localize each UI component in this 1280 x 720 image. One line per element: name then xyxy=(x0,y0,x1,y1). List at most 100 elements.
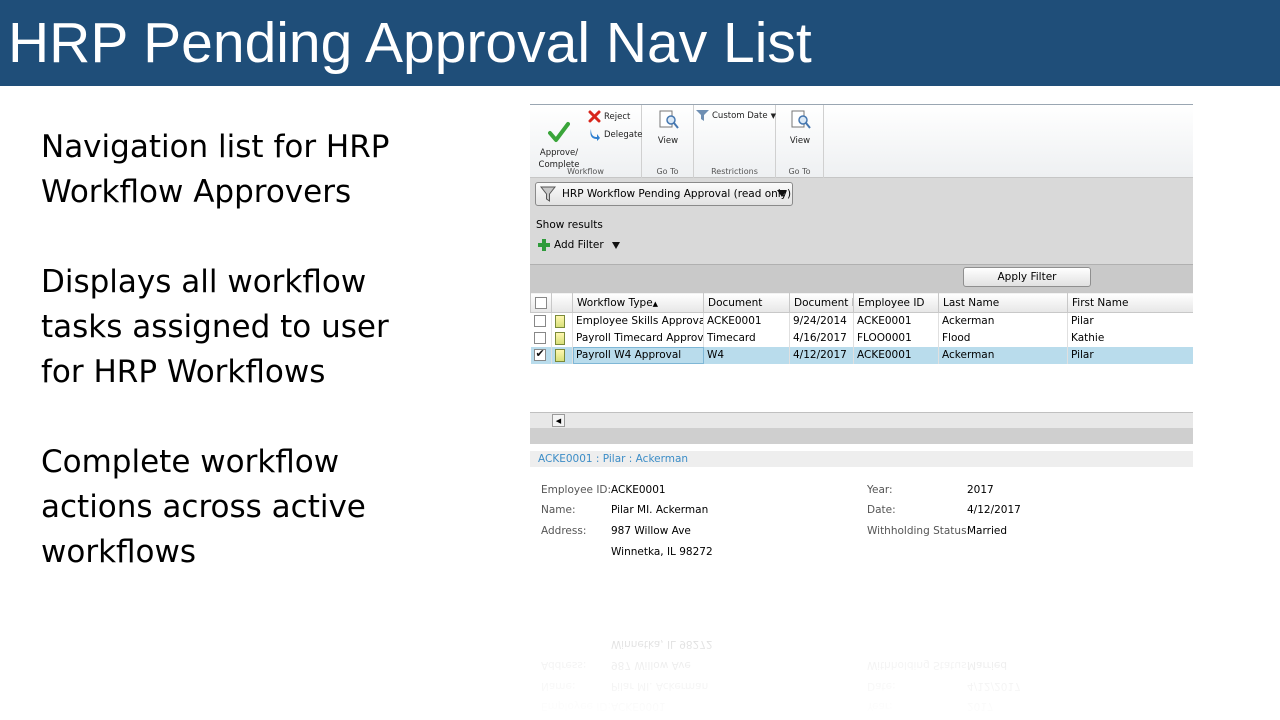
employee-id-label-reflection: Employee ID: xyxy=(541,700,612,712)
apply-filter-bar: Apply Filter xyxy=(530,264,1193,292)
pane-splitter[interactable] xyxy=(530,428,1193,444)
col-first-name[interactable]: First Name xyxy=(1067,292,1193,313)
ribbon-group-restrictions: Custom Date ▼ Restrictions xyxy=(694,105,776,178)
date-value: 4/12/2017 xyxy=(967,504,1021,516)
reject-button[interactable]: Reject xyxy=(588,110,630,123)
goto-group-label-2: Go To xyxy=(788,167,811,176)
col-workflow-type[interactable]: Workflow Type▲ xyxy=(572,292,704,313)
custom-date-dropdown[interactable]: Custom Date ▼ xyxy=(696,110,776,121)
table-row[interactable]: Employee Skills Approval ACKE0001 9/24/2… xyxy=(530,312,1193,330)
address-line2-reflection: Winnetka, IL 98272 xyxy=(611,638,713,650)
app-screenshot: Approve/ Complete Reject Delegate Workfl… xyxy=(530,104,1193,720)
cell-first-name: Pilar xyxy=(1067,346,1193,364)
add-filter-label: Add Filter xyxy=(554,239,604,251)
apply-filter-button[interactable]: Apply Filter xyxy=(963,267,1091,287)
table-row-selected[interactable]: Payroll W4 Approval W4 4/12/2017 ACKE000… xyxy=(530,346,1193,364)
cell-last-name: Flood xyxy=(938,329,1068,347)
workflow-grid: Workflow Type▲ Document Document D Emplo… xyxy=(530,292,1193,412)
filter-funnel-icon xyxy=(696,110,709,121)
cell-first-name: Kathie xyxy=(1067,329,1193,347)
withholding-label-reflection: Withholding Status: xyxy=(867,659,971,671)
col-employee-id[interactable]: Employee ID xyxy=(853,292,939,313)
withholding-status-value: Married xyxy=(967,525,1007,537)
bullet-2: Displays all workflow tasks assigned to … xyxy=(41,264,389,390)
bullet-list: Navigation list for HRP Workflow Approve… xyxy=(41,125,511,620)
workflow-group-label: Workflow xyxy=(567,167,604,176)
cell-last-name: Ackerman xyxy=(938,312,1068,330)
address-label-reflection: Address: xyxy=(541,659,587,671)
row-checkbox[interactable] xyxy=(533,315,546,328)
row-checkbox[interactable] xyxy=(533,332,546,344)
workflow-task-icon xyxy=(555,331,565,345)
year-label: Year: xyxy=(867,484,893,496)
filter-area: HRP Workflow Pending Approval (read only… xyxy=(530,178,1193,264)
select-all-checkbox[interactable] xyxy=(535,296,547,309)
name-value-reflection: Pilar MI. Ackerman xyxy=(611,680,709,692)
col-document[interactable]: Document xyxy=(703,292,790,313)
ribbon-group-goto-2: View Go To xyxy=(776,105,824,178)
row-checkbox-checked[interactable] xyxy=(533,347,546,361)
workflow-task-icon xyxy=(555,348,565,362)
cell-document-date: 4/16/2017 xyxy=(789,329,854,347)
col-last-name[interactable]: Last Name xyxy=(938,292,1068,313)
cell-employee-id: ACKE0001 xyxy=(853,346,939,364)
withholding-value-reflection: Married xyxy=(967,659,1007,671)
address-line1-reflection: 987 Willow Ave xyxy=(611,659,691,671)
plus-icon xyxy=(538,239,550,251)
bullet-3: Complete workflow actions across active … xyxy=(41,444,366,570)
table-header-row: Workflow Type▲ Document Document D Emplo… xyxy=(530,292,1193,313)
select-all-header[interactable] xyxy=(530,292,552,313)
delegate-label: Delegate xyxy=(604,129,643,140)
address-line2-value: Winnetka, IL 98272 xyxy=(611,546,713,558)
cell-workflow-type: Payroll W4 Approval xyxy=(572,346,704,364)
name-label-reflection: Name: xyxy=(541,680,576,692)
cell-document: W4 xyxy=(703,346,790,364)
sort-ascending-icon: ▲ xyxy=(652,299,659,308)
list-view-select[interactable]: HRP Workflow Pending Approval (read only… xyxy=(535,182,793,206)
date-value-reflection: 4/12/2017 xyxy=(967,680,1021,692)
address-label: Address: xyxy=(541,525,587,537)
cell-document: ACKE0001 xyxy=(703,312,790,330)
cell-document: Timecard xyxy=(703,329,790,347)
view-button-1[interactable]: View xyxy=(650,109,686,147)
ribbon-group-goto-1: View Go To xyxy=(642,105,694,178)
year-value-reflection: 2017 xyxy=(967,700,994,712)
col-document-date[interactable]: Document D xyxy=(789,292,854,313)
list-view-name: HRP Workflow Pending Approval (read only… xyxy=(562,188,792,200)
cell-last-name: Ackerman xyxy=(938,346,1068,364)
view-document-icon xyxy=(659,110,679,129)
view-document-icon xyxy=(791,110,811,129)
scroll-left-icon[interactable]: ◀ xyxy=(552,414,565,427)
reject-label: Reject xyxy=(604,111,631,122)
address-line1-value: 987 Willow Ave xyxy=(611,525,691,537)
cell-workflow-type: Employee Skills Approval xyxy=(572,312,704,330)
detail-pane: Employee ID: ACKE0001 Name: Pilar MI. Ac… xyxy=(530,476,1193,596)
workflow-task-icon xyxy=(555,314,565,328)
cell-document-date: 9/24/2014 xyxy=(789,312,854,330)
date-label: Date: xyxy=(867,504,896,516)
ribbon-group-workflow: Approve/ Complete Reject Delegate Workfl… xyxy=(530,105,643,178)
withholding-status-label: Withholding Status: xyxy=(867,525,971,537)
goto-group-label-1: Go To xyxy=(656,167,679,176)
horizontal-scrollbar[interactable]: ◀ xyxy=(530,412,1193,428)
cell-employee-id: ACKE0001 xyxy=(853,312,939,330)
show-results-label: Show results xyxy=(536,219,603,231)
checkmark-icon xyxy=(548,122,570,142)
workflow-table: Workflow Type▲ Document Document D Emplo… xyxy=(530,292,1193,364)
year-label-reflection: Year: xyxy=(867,700,893,712)
name-label: Name: xyxy=(541,504,576,516)
cell-first-name: Pilar xyxy=(1067,312,1193,330)
employee-id-value: ACKE0001 xyxy=(611,484,666,496)
chevron-down-icon xyxy=(777,190,787,197)
view-label-1: View xyxy=(657,136,679,146)
employee-id-label: Employee ID: xyxy=(541,484,612,496)
slide-title: HRP Pending Approval Nav List xyxy=(8,11,812,75)
table-row[interactable]: Payroll Timecard Approval Timecard 4/16/… xyxy=(530,329,1193,347)
cell-document-date: 4/12/2017 xyxy=(789,346,854,364)
add-filter-button[interactable]: Add Filter xyxy=(538,239,620,251)
view-button-2[interactable]: View xyxy=(782,109,818,147)
name-value: Pilar MI. Ackerman xyxy=(611,504,709,516)
delegate-button[interactable]: Delegate xyxy=(588,128,643,141)
filter-funnel-icon xyxy=(540,186,556,202)
chevron-down-icon xyxy=(611,241,620,249)
